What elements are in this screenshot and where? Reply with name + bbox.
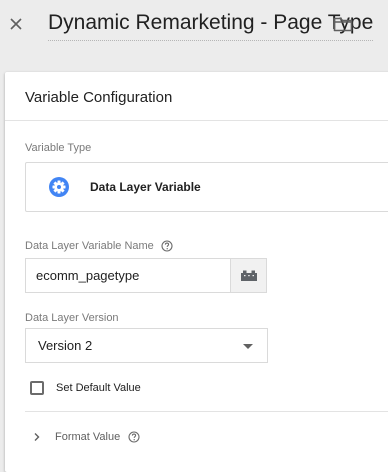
data-layer-version-value: Version 2 (38, 338, 93, 353)
variable-picker-icon[interactable] (230, 258, 267, 293)
data-layer-version-label: Data Layer Version (25, 312, 119, 324)
chevron-right-icon (33, 431, 41, 443)
variable-type-label: Variable Type (25, 142, 92, 154)
set-default-value-checkbox[interactable] (30, 381, 44, 395)
variable-type-selector[interactable]: Data Layer Variable (25, 162, 388, 212)
chevron-down-icon (243, 344, 253, 349)
close-icon[interactable] (4, 12, 28, 36)
help-icon[interactable] (161, 240, 173, 252)
variable-configuration-card: Variable Configuration Variable Type Dat… (5, 72, 388, 472)
divider (5, 120, 388, 121)
divider (25, 411, 388, 412)
data-layer-variable-name-input[interactable] (25, 258, 230, 293)
format-value-toggle[interactable]: Format Value (33, 429, 140, 445)
help-icon[interactable] (128, 431, 140, 443)
data-layer-variable-name-label-row: Data Layer Variable Name (25, 239, 173, 253)
data-layer-version-select[interactable]: Version 2 (25, 328, 268, 363)
card-title: Variable Configuration (25, 89, 173, 106)
set-default-value-row[interactable]: Set Default Value (30, 379, 141, 397)
header-bar: Dynamic Remarketing - Page Type (0, 0, 388, 52)
folder-icon[interactable] (331, 13, 355, 35)
variable-type-name: Data Layer Variable (90, 180, 201, 194)
data-layer-variable-name-label: Data Layer Variable Name (25, 240, 154, 252)
tag-title[interactable]: Dynamic Remarketing - Page Type (48, 9, 374, 41)
set-default-value-label: Set Default Value (56, 382, 141, 394)
format-value-label: Format Value (55, 431, 121, 443)
gear-icon (48, 176, 70, 198)
